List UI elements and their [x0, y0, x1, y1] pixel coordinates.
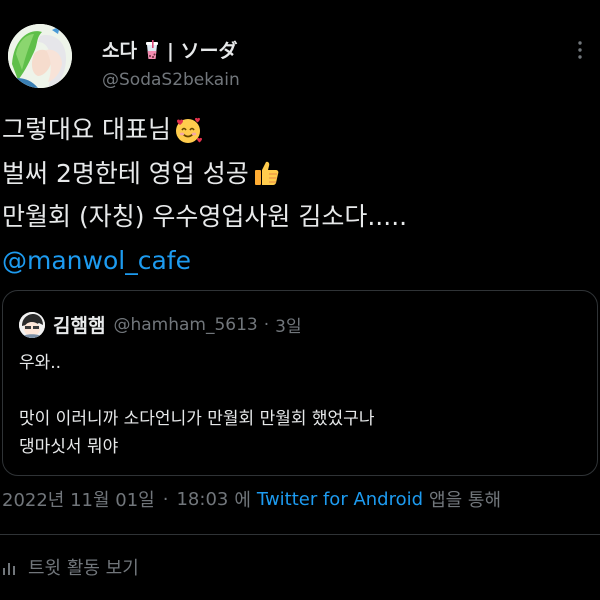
quoted-timestamp[interactable]: 3일	[275, 312, 301, 337]
quoted-blank-line	[19, 377, 579, 405]
tweet-line-text: 벌써 2명한테 영업 성공	[2, 158, 249, 188]
quoted-line: 우와..	[19, 353, 62, 373]
tweet-line: 그렇대요 대표님	[2, 108, 592, 152]
bubble-tea-emoji	[145, 39, 158, 59]
quoted-author-handle[interactable]: @hamham_5613	[113, 315, 257, 335]
author-display-name-suffix[interactable]: | ソーダ	[167, 36, 238, 63]
smiling-face-with-hearts-emoji	[175, 117, 202, 143]
quoted-author-avatar[interactable]	[19, 311, 45, 338]
more-options-icon[interactable]	[570, 40, 590, 60]
anime-avatar-icon	[8, 24, 72, 88]
tweet-line: @manwol_cafe	[2, 239, 592, 283]
tweet-text: 그렇대요 대표님 벌써 2명한테 영업 성공 만월회 (자칭) 우수영업사원 김…	[2, 108, 592, 282]
source-link[interactable]: Twitter for Android	[257, 489, 423, 510]
tweet-line: 벌써 2명한테 영업 성공	[2, 152, 592, 196]
quoted-tweet-header: 김햄햄 @hamham_5613 · 3일	[19, 311, 302, 338]
metadata-separator: ·	[162, 488, 169, 510]
author-handle[interactable]: @SodaS2bekain	[102, 70, 240, 90]
author-name-row[interactable]: 소다 | ソーダ	[102, 36, 238, 63]
divider	[0, 534, 600, 535]
tweet-time[interactable]: 18:03	[176, 489, 228, 510]
quoted-separator: ·	[263, 314, 270, 335]
quoted-author-name[interactable]: 김햄햄	[53, 311, 105, 338]
view-activity-button[interactable]: 트윗 활동 보기	[2, 554, 139, 580]
tweet-date[interactable]: 2022년 11월 01일	[2, 486, 155, 512]
source-prefix: 에	[234, 490, 251, 511]
thumbs-up-emoji	[254, 161, 279, 186]
author-avatar[interactable]	[8, 24, 72, 88]
tweet-header: 소다 | ソーダ @SodaS2bekain	[0, 0, 600, 100]
quoted-avatar-icon	[19, 311, 45, 338]
tweet-line-text: 만월회 (자칭) 우수영업사원 김소다.....	[2, 202, 408, 231]
quoted-line: 댕마싯서 뭐야	[19, 437, 119, 457]
tweet-metadata: 2022년 11월 01일 · 18:03 에 Twitter for Andr…	[2, 486, 501, 512]
mention-link[interactable]: @manwol_cafe	[2, 239, 191, 283]
tweet-line-text: 그렇대요 대표님	[2, 115, 171, 144]
quoted-tweet[interactable]: 김햄햄 @hamham_5613 · 3일 우와.. 맛이 이러니까 소다언니가…	[2, 290, 598, 476]
quoted-tweet-body: 우와.. 맛이 이러니까 소다언니가 만월회 만월회 했었구나 댕마싯서 뭐야	[19, 349, 579, 461]
tweet-line: 만월회 (자칭) 우수영업사원 김소다.....	[2, 195, 592, 239]
author-display-name[interactable]: 소다	[102, 36, 137, 63]
source-suffix: 앱을 통해	[429, 490, 502, 511]
quoted-line: 맛이 이러니까 소다언니가 만월회 만월회 했었구나	[19, 409, 375, 429]
view-activity-label[interactable]: 트윗 활동 보기	[28, 554, 139, 580]
analytics-bars-icon	[3, 563, 15, 575]
